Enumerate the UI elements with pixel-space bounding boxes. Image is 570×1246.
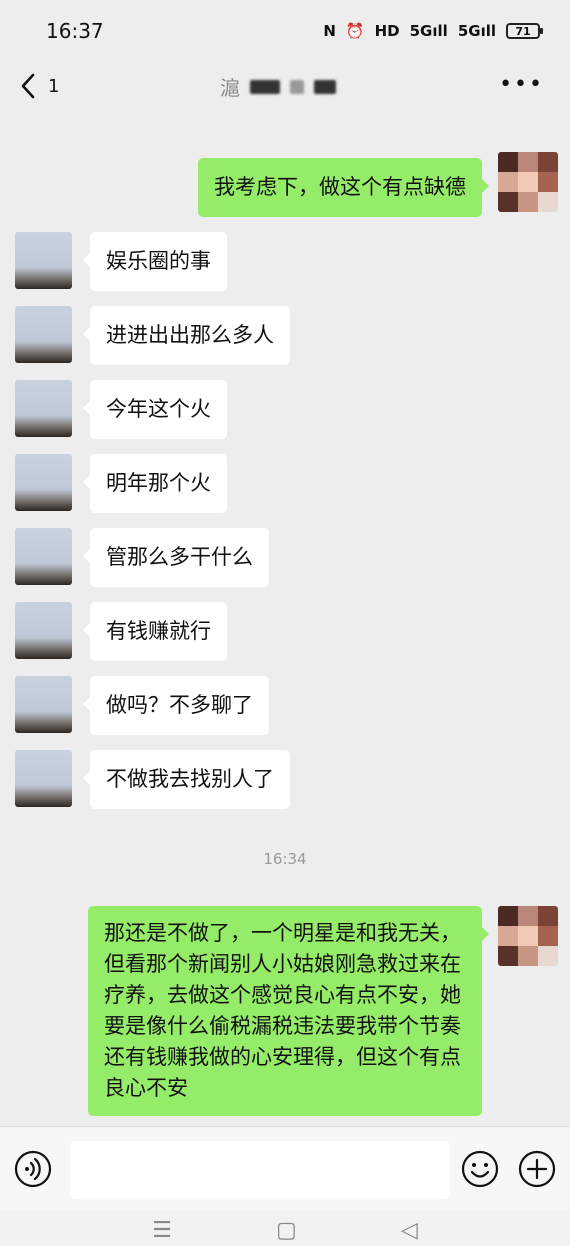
system-nav-bar: ☰ ▢ ◁ [0, 1210, 570, 1246]
back-button[interactable]: 1 [20, 73, 59, 99]
message-input[interactable] [70, 1141, 450, 1199]
message-bubble-in[interactable]: 管那么多干什么 [83, 528, 269, 587]
input-bar [0, 1126, 570, 1210]
status-icons: N ⏰ HD 5Gıll 5Gıll 71 [323, 22, 543, 40]
voice-button[interactable] [14, 1150, 52, 1188]
message-bubble-in[interactable]: 明年那个火 [83, 454, 227, 513]
menu-icon[interactable]: ☰ [152, 1216, 172, 1246]
contact-avatar[interactable] [15, 232, 72, 289]
message-bubble-in[interactable]: 做吗？不多聊了 [83, 676, 269, 735]
chevron-left-icon [21, 73, 35, 99]
more-dots-icon[interactable]: ••• [499, 72, 544, 97]
battery-icon: 71 [506, 23, 543, 39]
unread-count: 1 [48, 75, 60, 97]
my-avatar[interactable] [498, 152, 558, 212]
chat-messages[interactable]: 我考虑下，做这个有点缺德 娱乐圈的事 进进出出那么多人 今年这个火 明年那个火 … [0, 110, 570, 1126]
contact-name-initial: 滬 [220, 76, 240, 100]
message-bubble-in[interactable]: 有钱赚就行 [83, 602, 227, 661]
contact-avatar[interactable] [15, 676, 72, 733]
contact-avatar[interactable] [15, 306, 72, 363]
alarm-icon: ⏰ [345, 22, 365, 40]
chat-header: 1 滬 ••• [0, 62, 570, 110]
contact-avatar[interactable] [15, 750, 72, 807]
network-label-1: 5G [409, 22, 433, 40]
home-icon[interactable]: ▢ [276, 1216, 297, 1246]
contact-avatar[interactable] [15, 380, 72, 437]
contact-avatar[interactable] [15, 454, 72, 511]
signal-5g-icon-2: 5Gıll [457, 22, 496, 40]
battery-level: 71 [515, 24, 531, 38]
message-bubble-in[interactable]: 进进出出那么多人 [83, 306, 290, 365]
back-triangle-icon[interactable]: ◁ [401, 1216, 418, 1246]
message-bubble-in[interactable]: 不做我去找别人了 [83, 750, 290, 809]
chat-title: 滬 [220, 72, 336, 101]
status-bar: 16:37 N ⏰ HD 5Gıll 5Gıll 71 [0, 0, 570, 62]
redacted-name-block [290, 79, 304, 94]
my-avatar[interactable] [498, 906, 558, 966]
nfc-icon: N [323, 22, 336, 40]
voice-icon [14, 1150, 52, 1188]
emoji-button[interactable] [461, 1150, 499, 1188]
status-time: 16:37 [46, 19, 104, 43]
redacted-name-block [314, 79, 336, 94]
contact-avatar[interactable] [15, 602, 72, 659]
network-label-2: 5G [457, 22, 481, 40]
signal-5g-icon-1: 5Gıll [409, 22, 448, 40]
message-bubble-out[interactable]: 我考虑下，做这个有点缺德 [198, 158, 489, 217]
redacted-name-block [250, 79, 280, 94]
plus-icon [518, 1150, 556, 1188]
plus-button[interactable] [518, 1150, 556, 1188]
contact-avatar[interactable] [15, 528, 72, 585]
message-timestamp: 16:34 [263, 850, 307, 868]
message-bubble-in[interactable]: 今年这个火 [83, 380, 227, 439]
emoji-icon [461, 1150, 499, 1188]
message-bubble-in[interactable]: 娱乐圈的事 [83, 232, 227, 291]
hd-icon: HD [374, 22, 400, 40]
message-bubble-out[interactable]: 那还是不做了，一个明星是和我无关，但看那个新闻别人小姑娘刚急救过来在疗养，去做这… [88, 906, 489, 1116]
